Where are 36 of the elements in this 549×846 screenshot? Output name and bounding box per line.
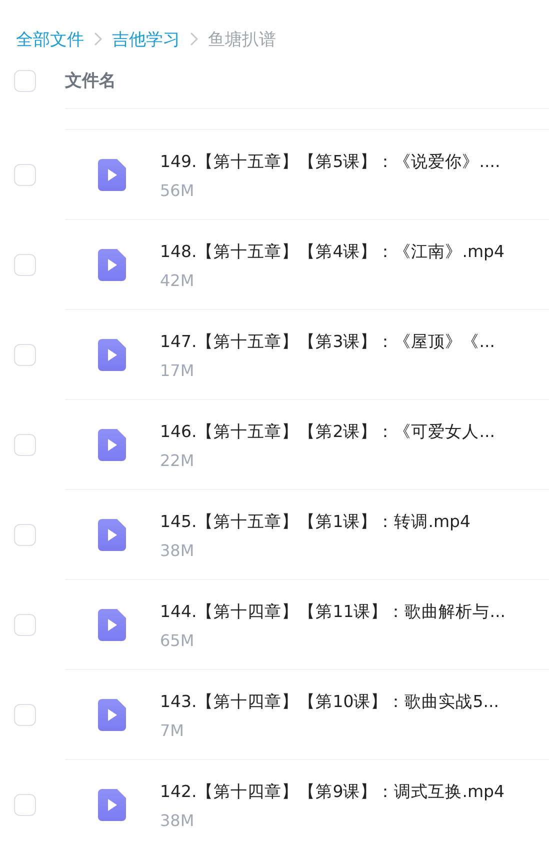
row-checkbox[interactable] — [14, 704, 36, 726]
file-name[interactable]: 146.【第十五章】【第2课】：《可爱女人... — [160, 420, 495, 442]
row-checkbox[interactable] — [14, 794, 36, 816]
select-all-checkbox[interactable] — [14, 70, 36, 92]
file-name[interactable]: 149.【第十五章】【第5课】：《说爱你》.... — [160, 150, 500, 172]
file-size: 65M — [160, 630, 196, 650]
file-size: 17M — [160, 360, 196, 380]
file-size: 7M — [160, 720, 185, 740]
file-size: 38M — [160, 540, 196, 560]
video-file-icon — [98, 249, 126, 281]
chevron-right-icon — [189, 31, 199, 47]
video-file-icon — [98, 609, 126, 641]
file-name[interactable]: 144.【第十四章】【第11课】：歌曲解析与... — [160, 600, 506, 622]
file-name[interactable]: 145.【第十五章】【第1课】：转调.mp4 — [160, 510, 471, 532]
row-checkbox[interactable] — [14, 434, 36, 456]
video-file-icon — [98, 789, 126, 821]
file-size: 42M — [160, 270, 196, 290]
video-file-icon — [98, 339, 126, 371]
row-checkbox[interactable] — [14, 344, 36, 366]
video-file-icon — [98, 159, 126, 191]
row-checkbox[interactable] — [14, 524, 36, 546]
row-checkbox[interactable] — [14, 614, 36, 636]
row-checkbox[interactable] — [14, 254, 36, 276]
file-size: 22M — [160, 450, 196, 470]
video-file-icon — [98, 699, 126, 731]
file-size: 38M — [160, 810, 196, 830]
column-header: 文件名 — [65, 70, 116, 92]
video-file-icon — [98, 519, 126, 551]
file-name[interactable]: 142.【第十四章】【第9课】：调式互换.mp4 — [160, 780, 505, 802]
file-name[interactable]: 147.【第十五章】【第3课】：《屋顶》《... — [160, 330, 495, 352]
file-size: 56M — [160, 180, 196, 200]
chevron-right-icon — [93, 31, 103, 47]
file-name[interactable]: 143.【第十四章】【第10课】：歌曲实战5... — [160, 690, 499, 712]
file-name[interactable]: 148.【第十五章】【第4课】：《江南》.mp4 — [160, 240, 505, 262]
video-file-icon — [98, 429, 126, 461]
row-checkbox[interactable] — [14, 164, 36, 186]
